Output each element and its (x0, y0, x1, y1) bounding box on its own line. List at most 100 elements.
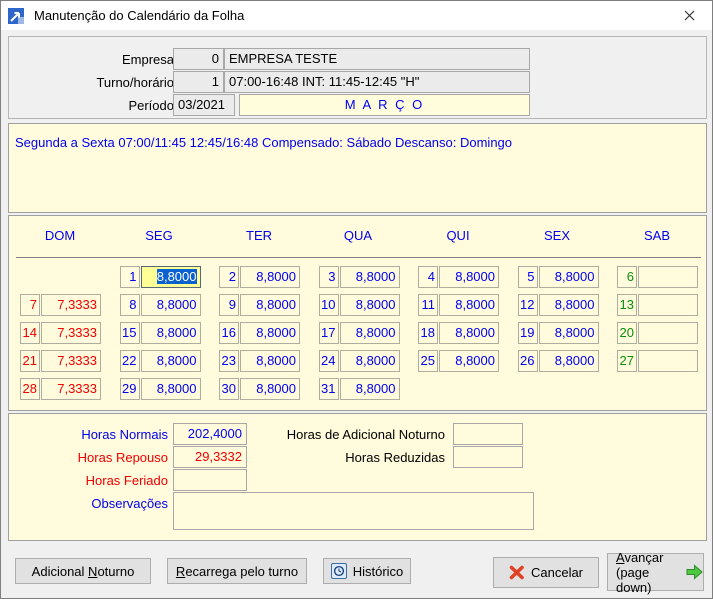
turno-code-field[interactable]: 1 (173, 71, 224, 93)
calendar-cell-day-2[interactable]: 28,8000 (219, 266, 300, 288)
day-number: 16 (219, 322, 239, 344)
day-hours-field[interactable]: 8,8000 (340, 322, 400, 344)
day-hours-field[interactable]: 8,8000 (141, 350, 201, 372)
calendar-cell-day-10[interactable]: 108,8000 (319, 294, 400, 316)
periodo-field[interactable]: 03/2021 (173, 94, 235, 116)
summary-panel: Horas Normais 202,4000 Horas Repouso 29,… (8, 413, 707, 541)
day-hours-field[interactable]: 7,3333 (41, 378, 101, 400)
horas-feriado-field[interactable] (173, 469, 247, 491)
day-hours-field[interactable]: 8,8000 (141, 294, 201, 316)
calendar-cell-day-7[interactable]: 77,3333 (20, 294, 101, 316)
cancelar-button[interactable]: Cancelar (493, 557, 599, 588)
close-icon (684, 10, 695, 21)
day-hours-field[interactable]: 8,8000 (340, 378, 400, 400)
schedule-description: Segunda a Sexta 07:00/11:45 12:45/16:48 … (15, 135, 512, 150)
calendar-cell-day-16[interactable]: 168,8000 (219, 322, 300, 344)
observacoes-field[interactable] (173, 492, 534, 530)
day-hours-field[interactable]: 8,8000 (539, 322, 599, 344)
month-name-field: M A R Ç O (239, 94, 530, 116)
day-hours-field[interactable]: 8,8000 (240, 266, 300, 288)
day-hours-field[interactable]: 8,8000 (340, 294, 400, 316)
empresa-name-field[interactable]: EMPRESA TESTE (224, 48, 530, 70)
calendar-cell-day-11[interactable]: 118,8000 (418, 294, 499, 316)
day-hours-field[interactable] (638, 294, 698, 316)
day-hours-field[interactable]: 7,3333 (41, 322, 101, 344)
recarrega-button-label: Recarrega pelo turno (176, 564, 298, 579)
calendar-cell-day-17[interactable]: 178,8000 (319, 322, 400, 344)
day-header-dom: DOM (20, 228, 100, 243)
adicional-noturno-button[interactable]: Adicional Noturno (15, 558, 151, 584)
window-title: Manutenção do Calendário da Folha (34, 8, 244, 23)
calendar-cell-day-19[interactable]: 198,8000 (518, 322, 599, 344)
calendar-cell-day-15[interactable]: 158,8000 (120, 322, 201, 344)
calendar-cell-day-18[interactable]: 188,8000 (418, 322, 499, 344)
calendar-cell-day-14[interactable]: 147,3333 (20, 322, 101, 344)
day-hours-field[interactable]: 8,8000 (439, 322, 499, 344)
calendar-cell-day-3[interactable]: 38,8000 (319, 266, 400, 288)
selected-hours-text: 8,8000 (157, 269, 197, 284)
horas-normais-field[interactable]: 202,4000 (173, 423, 247, 445)
calendar-cell-day-9[interactable]: 98,8000 (219, 294, 300, 316)
calendar-cell-day-25[interactable]: 258,8000 (418, 350, 499, 372)
history-clock-icon (331, 563, 347, 579)
calendar-cell-day-26[interactable]: 268,8000 (518, 350, 599, 372)
calendar-cell-day-24[interactable]: 248,8000 (319, 350, 400, 372)
day-hours-field[interactable]: 8,8000 (240, 378, 300, 400)
calendar-cell-day-31[interactable]: 318,8000 (319, 378, 400, 400)
adicional-noturno-field[interactable] (453, 423, 523, 445)
calendar-cell-day-8[interactable]: 88,8000 (120, 294, 201, 316)
day-number: 12 (518, 294, 538, 316)
day-hours-field[interactable]: 7,3333 (41, 294, 101, 316)
day-hours-field[interactable]: 8,8000 (539, 294, 599, 316)
calendar-cell-day-27[interactable]: 27 (617, 350, 698, 372)
day-number: 25 (418, 350, 438, 372)
adicional-noturno-label: Horas de Adicional Noturno (287, 427, 445, 442)
day-hours-field[interactable]: 8,8000 (240, 294, 300, 316)
day-hours-field[interactable]: 8,8000 (539, 350, 599, 372)
day-hours-field[interactable]: 8,8000 (240, 322, 300, 344)
cancel-x-icon (509, 565, 525, 580)
day-hours-field[interactable]: 8,8000 (141, 378, 201, 400)
day-hours-field[interactable]: 8,8000 (539, 266, 599, 288)
historico-button-label: Histórico (353, 564, 404, 579)
turno-name-field[interactable]: 07:00-16:48 INT: 11:45-12:45 "H" (224, 71, 530, 93)
day-hours-field[interactable]: 8,8000 (141, 266, 201, 288)
day-header-sex: SEX (517, 228, 597, 243)
day-hours-field[interactable]: 8,8000 (240, 350, 300, 372)
day-hours-field[interactable]: 8,8000 (340, 266, 400, 288)
calendar-cell-day-13[interactable]: 13 (617, 294, 698, 316)
horas-repouso-field[interactable]: 29,3332 (173, 446, 247, 468)
horas-repouso-label: Horas Repouso (78, 450, 168, 465)
calendar-cell-day-12[interactable]: 128,8000 (518, 294, 599, 316)
calendar-cell-day-5[interactable]: 58,8000 (518, 266, 599, 288)
day-hours-field[interactable]: 8,8000 (439, 350, 499, 372)
day-hours-field[interactable] (638, 350, 698, 372)
recarrega-pelo-turno-button[interactable]: Recarrega pelo turno (167, 558, 307, 584)
day-hours-field[interactable]: 7,3333 (41, 350, 101, 372)
calendar-cell-day-1[interactable]: 18,8000 (120, 266, 201, 288)
avancar-button[interactable]: Avançar (page down) (607, 553, 704, 591)
day-hours-field[interactable]: 8,8000 (340, 350, 400, 372)
day-hours-field[interactable]: 8,8000 (141, 322, 201, 344)
calendar-cell-day-6[interactable]: 6 (617, 266, 698, 288)
day-hours-field[interactable]: 8,8000 (439, 294, 499, 316)
calendar-cell-day-22[interactable]: 228,8000 (120, 350, 201, 372)
day-hours-field[interactable] (638, 266, 698, 288)
empresa-code-field[interactable]: 0 (173, 48, 224, 70)
close-button[interactable] (667, 1, 712, 29)
calendar-cell-day-21[interactable]: 217,3333 (20, 350, 101, 372)
calendar-cell-day-20[interactable]: 20 (617, 322, 698, 344)
calendar-cell-day-4[interactable]: 48,8000 (418, 266, 499, 288)
calendar-cell-day-28[interactable]: 287,3333 (20, 378, 101, 400)
horas-reduzidas-field[interactable] (453, 446, 523, 468)
calendar-cell-day-23[interactable]: 238,8000 (219, 350, 300, 372)
description-panel: Segunda a Sexta 07:00/11:45 12:45/16:48 … (8, 123, 707, 213)
calendar-cell-day-30[interactable]: 308,8000 (219, 378, 300, 400)
adicional-noturno-button-label: Adicional Noturno (32, 564, 135, 579)
horas-feriado-label: Horas Feriado (86, 473, 168, 488)
calendar-cell-day-29[interactable]: 298,8000 (120, 378, 201, 400)
day-number: 6 (617, 266, 637, 288)
day-hours-field[interactable]: 8,8000 (439, 266, 499, 288)
historico-button[interactable]: Histórico (323, 558, 411, 584)
day-hours-field[interactable] (638, 322, 698, 344)
